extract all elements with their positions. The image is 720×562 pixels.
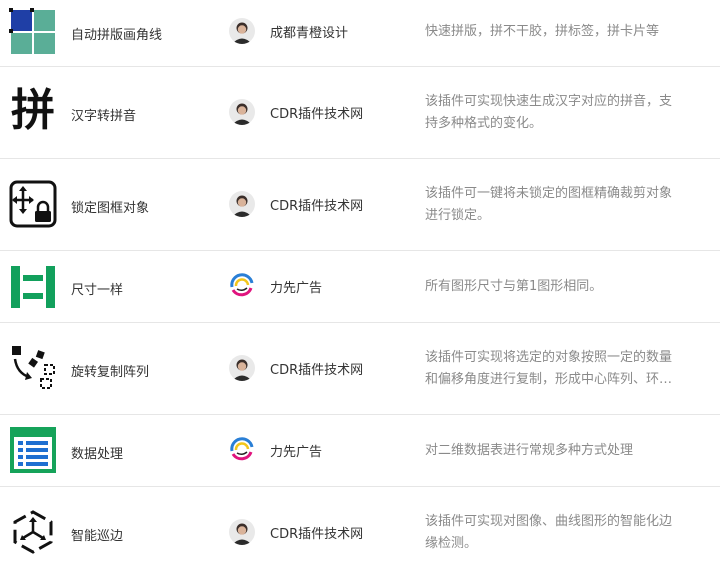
data-table-icon <box>9 426 57 474</box>
rotate-copy-array-icon <box>9 343 57 391</box>
person-avatar <box>229 519 255 545</box>
plugin-row[interactable]: 锁定图框对象 CDR插件技术网 该插件可一键将未锁定的图框精确裁剪对象进行锁定。 <box>0 159 720 251</box>
plugin-name[interactable]: 旋转复制阵列 <box>71 361 149 380</box>
plugin-author[interactable]: CDR插件技术网 <box>229 518 363 546</box>
plugin-author[interactable]: 成都青橙设计 <box>229 17 348 45</box>
plugin-author[interactable]: 力先广告 <box>229 272 322 300</box>
author-name[interactable]: CDR插件技术网 <box>270 103 363 122</box>
plugin-description: 该插件可实现快速生成汉字对应的拼音，支持多种格式的变化。 <box>425 94 673 131</box>
plugin-list: 自动拼版画角线 成都青橙设计 快速拼版，拼不干胶，拼标签，拼卡片等 拼 汉字转拼… <box>0 0 720 562</box>
plugin-author[interactable]: 力先广告 <box>229 436 322 464</box>
swirl-logo-avatar <box>229 437 255 463</box>
plugin-author[interactable]: CDR插件技术网 <box>229 190 363 218</box>
smart-edge-icon <box>9 508 57 556</box>
person-avatar <box>229 99 255 125</box>
same-size-icon <box>9 263 57 311</box>
plugin-name[interactable]: 尺寸一样 <box>71 279 123 298</box>
author-name[interactable]: 力先广告 <box>270 441 322 460</box>
plugin-description: 所有图形尺寸与第1图形相同。 <box>425 279 603 294</box>
plugin-name[interactable]: 自动拼版画角线 <box>71 24 162 43</box>
person-avatar <box>229 355 255 381</box>
swirl-logo-avatar <box>229 273 255 299</box>
plugin-row[interactable]: 旋转复制阵列 CDR插件技术网 该插件可实现将选定的对象按照一定的数量和偏移角度… <box>0 323 720 415</box>
pin-character-icon: 拼 <box>11 85 55 136</box>
plugin-row[interactable]: 智能巡边 CDR插件技术网 该插件可实现对图像、曲线图形的智能化边缘检测。 <box>0 487 720 562</box>
author-name[interactable]: CDR插件技术网 <box>270 195 363 214</box>
author-name[interactable]: 力先广告 <box>270 277 322 296</box>
plugin-name[interactable]: 数据处理 <box>71 443 123 462</box>
plugin-name[interactable]: 智能巡边 <box>71 525 123 544</box>
person-avatar <box>229 191 255 217</box>
plugin-description: 对二维数据表进行常规多种方式处理 <box>425 443 634 458</box>
plugin-description: 该插件可实现对图像、曲线图形的智能化边缘检测。 <box>425 514 673 551</box>
plugin-row[interactable]: 拼 汉字转拼音 CDR插件技术网 该插件可实现快速生成汉字对应的拼音，支持多种格… <box>0 67 720 159</box>
plugin-description: 快速拼版，拼不干胶，拼标签，拼卡片等 <box>425 24 660 39</box>
plugin-name[interactable]: 锁定图框对象 <box>71 197 149 216</box>
plugin-author[interactable]: CDR插件技术网 <box>229 354 363 382</box>
plugin-row[interactable]: 自动拼版画角线 成都青橙设计 快速拼版，拼不干胶，拼标签，拼卡片等 <box>0 0 720 67</box>
plugin-description: 该插件可一键将未锁定的图框精确裁剪对象进行锁定。 <box>425 186 673 223</box>
plugin-row[interactable]: 尺寸一样 力先广告 所有图形尺寸与第1图形相同。 <box>0 251 720 323</box>
plugin-description: 该插件可实现将选定的对象按照一定的数量和偏移角度进行复制，形成中心阵列、环形阵列… <box>425 350 673 387</box>
plugin-name[interactable]: 汉字转拼音 <box>71 105 136 124</box>
author-name[interactable]: 成都青橙设计 <box>270 22 348 41</box>
plugin-author[interactable]: CDR插件技术网 <box>229 98 363 126</box>
person-avatar <box>229 18 255 44</box>
author-name[interactable]: CDR插件技术网 <box>270 359 363 378</box>
author-name[interactable]: CDR插件技术网 <box>270 523 363 542</box>
move-lock-icon <box>9 180 57 228</box>
plugin-row[interactable]: 数据处理 力先广告 对二维数据表进行常规多种方式处理 <box>0 415 720 487</box>
grid-squares-icon <box>9 8 57 56</box>
